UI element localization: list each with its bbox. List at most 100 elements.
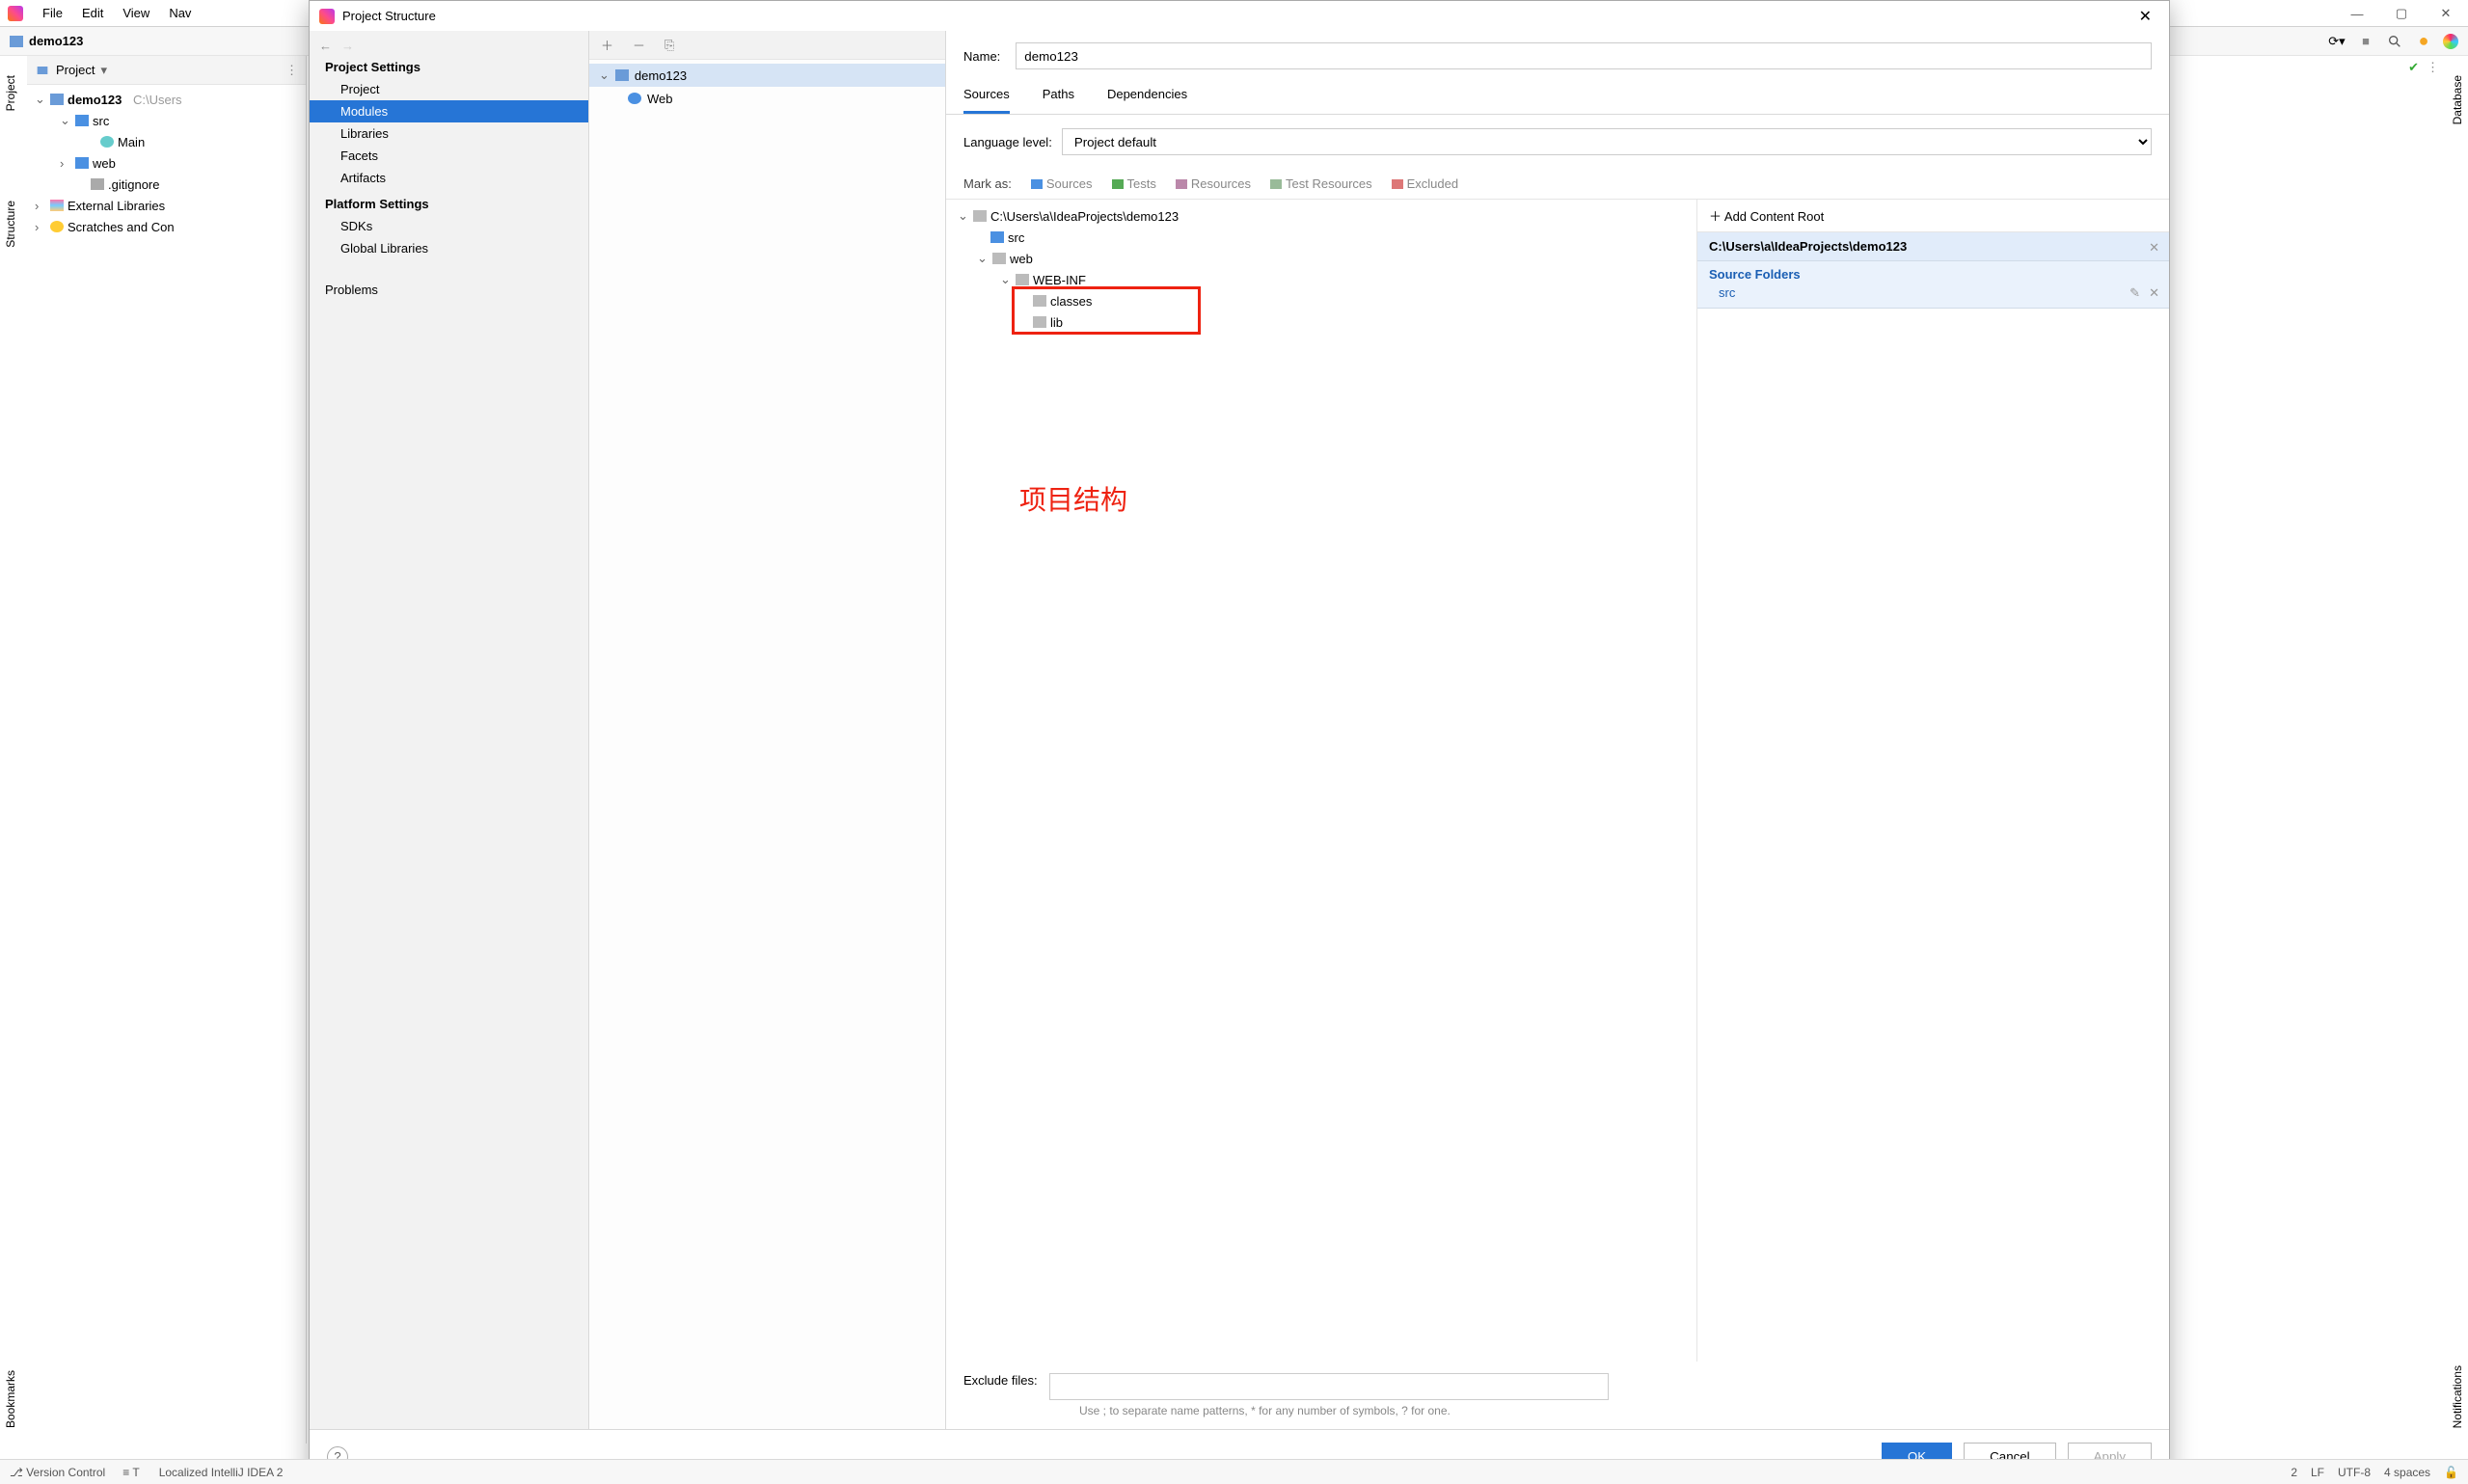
tree-row-gitignore[interactable]: .gitignore — [27, 174, 306, 195]
module-list: ＋ － ⎘ ⌄demo123 Web — [589, 31, 946, 1429]
language-level-select[interactable]: Project default — [1062, 128, 2152, 155]
project-tool-window: Project ▾ ⋮ ⌄demo123 C:\Users ⌄src Main … — [27, 56, 307, 1444]
side-tab-structure[interactable]: Structure — [0, 193, 21, 256]
project-panel-title: Project — [56, 63, 95, 77]
name-label: Name: — [963, 49, 1000, 64]
add-icon[interactable]: ＋ — [601, 36, 613, 54]
breadcrumb-project[interactable]: demo123 — [29, 34, 83, 48]
annotation-box — [1012, 286, 1201, 335]
dialog-titlebar: Project Structure ✕ — [310, 1, 2169, 31]
forward-icon[interactable]: → — [341, 39, 354, 53]
mark-resources[interactable]: Resources — [1176, 176, 1251, 191]
status-right-0[interactable]: 2 — [2291, 1466, 2297, 1479]
status-indent[interactable]: 4 spaces — [2384, 1466, 2430, 1479]
run-config-icon[interactable]: ⟳▾ — [2327, 32, 2346, 51]
nav-item-sdks[interactable]: SDKs — [310, 215, 588, 237]
add-content-root[interactable]: ＋ Add Content Root — [1697, 200, 2169, 232]
side-tab-bookmarks[interactable]: Bookmarks — [0, 1363, 21, 1436]
src-row-web[interactable]: ⌄web — [958, 248, 1685, 269]
source-folder-item[interactable]: src ✎ ✕ — [1697, 283, 2169, 309]
status-line-sep[interactable]: LF — [2311, 1466, 2324, 1479]
source-folders-heading: Source Folders — [1697, 261, 2169, 283]
language-level-label: Language level: — [963, 135, 1052, 149]
status-lock-icon[interactable]: 🔓 — [2444, 1466, 2458, 1479]
nav-item-problems[interactable]: Problems — [310, 279, 588, 301]
tab-paths[interactable]: Paths — [1043, 81, 1074, 114]
tab-sources[interactable]: Sources — [963, 81, 1010, 114]
menu-edit[interactable]: Edit — [74, 2, 111, 24]
mark-test-resources[interactable]: Test Resources — [1270, 176, 1372, 191]
nav-group-project-settings: Project Settings — [310, 60, 588, 78]
tree-row-scratches[interactable]: ›Scratches and Con — [27, 216, 306, 237]
annotation-text: 项目结构 — [1019, 479, 1127, 518]
nav-item-artifacts[interactable]: Artifacts — [310, 167, 588, 189]
mark-tests[interactable]: Tests — [1112, 176, 1156, 191]
content-roots-panel: ＋ Add Content Root C:\Users\a\IdeaProjec… — [1696, 200, 2169, 1362]
app-logo-icon — [8, 6, 23, 21]
src-row-root[interactable]: ⌄C:\Users\a\IdeaProjects\demo123 — [958, 205, 1685, 227]
remove-icon[interactable]: － — [633, 36, 645, 54]
more-icon[interactable]: ⋮ — [285, 63, 298, 78]
edit-icon[interactable]: ✎ — [2129, 285, 2140, 301]
close-icon[interactable]: ✕ — [2131, 7, 2159, 26]
nav-item-project[interactable]: Project — [310, 78, 588, 100]
mark-sources[interactable]: Sources — [1031, 176, 1093, 191]
project-structure-dialog: Project Structure ✕ ← → Project Settings… — [309, 0, 2170, 1484]
project-panel-header: Project ▾ ⋮ — [27, 56, 306, 85]
status-tab-vcs[interactable]: ⎇ Version Control — [10, 1466, 105, 1479]
search-icon[interactable] — [2385, 32, 2404, 51]
tree-row-web[interactable]: ›web — [27, 152, 306, 174]
window-controls: — ▢ ✕ — [2335, 0, 2468, 27]
module-item-web[interactable]: Web — [589, 87, 945, 110]
copy-icon[interactable]: ⎘ — [664, 38, 674, 53]
remove-content-root-icon[interactable]: ✕ — [2149, 240, 2159, 256]
exclude-files-input[interactable] — [1049, 1373, 1609, 1400]
stop-icon[interactable]: ■ — [2356, 32, 2375, 51]
menu-nav[interactable]: Nav — [161, 2, 199, 24]
side-tab-database[interactable]: Database — [2447, 67, 2468, 132]
minimize-icon[interactable]: — — [2335, 0, 2379, 27]
tab-dependencies[interactable]: Dependencies — [1107, 81, 1187, 114]
nav-item-facets[interactable]: Facets — [310, 145, 588, 167]
mark-excluded[interactable]: Excluded — [1392, 176, 1458, 191]
src-row-src[interactable]: src — [958, 227, 1685, 248]
module-item-root[interactable]: ⌄demo123 — [589, 64, 945, 87]
whats-new-icon[interactable]: ● — [2414, 32, 2433, 51]
close-icon[interactable]: ✕ — [2424, 0, 2468, 27]
side-tab-project[interactable]: Project — [0, 67, 21, 119]
side-tab-notifications[interactable]: Notifications — [2447, 1358, 2468, 1436]
nav-item-libraries[interactable]: Libraries — [310, 122, 588, 145]
module-content: Name: Sources Paths Dependencies Languag… — [946, 31, 2169, 1429]
menu-view[interactable]: View — [115, 2, 157, 24]
status-message: Localized IntelliJ IDEA 2 — [159, 1466, 284, 1479]
dialog-title: Project Structure — [342, 9, 436, 23]
nav-item-modules[interactable]: Modules — [310, 100, 588, 122]
web-facet-icon — [628, 93, 641, 104]
exclude-files-help: Use ; to separate name patterns, * for a… — [946, 1404, 1679, 1429]
project-tree: ⌄demo123 C:\Users ⌄src Main ›web .gitign… — [27, 85, 306, 241]
menu-file[interactable]: File — [35, 2, 70, 24]
ide-logo-icon[interactable] — [2443, 34, 2458, 49]
remove-icon[interactable]: ✕ — [2149, 285, 2159, 301]
tree-row-ext-libs[interactable]: ›External Libraries — [27, 195, 306, 216]
app-logo-icon — [319, 9, 335, 24]
mark-as-row: Mark as: Sources Tests Resources Test Re… — [946, 169, 2169, 200]
inspection-ok-icon[interactable]: ✔ — [2408, 60, 2419, 75]
tree-row-root[interactable]: ⌄demo123 C:\Users — [27, 89, 306, 110]
nav-group-platform-settings: Platform Settings — [310, 189, 588, 215]
status-tab-todo[interactable]: ≡ T — [122, 1466, 139, 1479]
maximize-icon[interactable]: ▢ — [2379, 0, 2424, 27]
back-icon[interactable]: ← — [319, 39, 332, 53]
status-encoding[interactable]: UTF-8 — [2338, 1466, 2371, 1479]
folder-icon — [10, 36, 23, 47]
name-input[interactable] — [1016, 42, 2152, 69]
dialog-nav: ← → Project Settings Project Modules Lib… — [310, 31, 589, 1429]
sources-tree: ⌄C:\Users\a\IdeaProjects\demo123 src ⌄we… — [946, 200, 1696, 1362]
tree-row-main[interactable]: Main — [27, 131, 306, 152]
chevron-down-icon[interactable]: ▾ — [100, 63, 107, 78]
nav-item-global-libs[interactable]: Global Libraries — [310, 237, 588, 259]
content-root-path[interactable]: C:\Users\a\IdeaProjects\demo123 ✕ — [1697, 232, 2169, 261]
exclude-files-label: Exclude files: — [963, 1373, 1038, 1388]
tree-row-src[interactable]: ⌄src — [27, 110, 306, 131]
more-icon[interactable]: ⋮ — [2427, 60, 2439, 75]
